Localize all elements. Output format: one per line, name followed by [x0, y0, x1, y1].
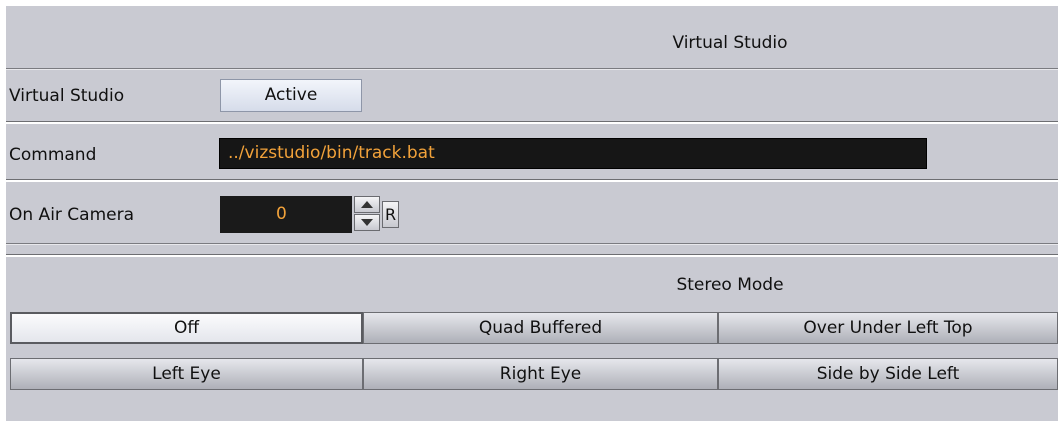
stereo-option-quad-buffered[interactable]: Quad Buffered [363, 312, 718, 344]
on-air-camera-label: On Air Camera [9, 205, 135, 225]
reset-button[interactable]: R [382, 201, 399, 228]
arrow-down-icon [361, 219, 373, 226]
active-toggle-button[interactable]: Active [220, 79, 362, 112]
virtual-studio-header: Virtual Studio [6, 6, 1058, 72]
stepper-down-button[interactable] [354, 214, 380, 231]
camera-stepper[interactable] [354, 196, 382, 232]
stereo-option-right-eye[interactable]: Right Eye [363, 358, 718, 390]
stereo-option-side-by-side-left[interactable]: Side by Side Left [718, 358, 1058, 390]
command-field[interactable]: ../vizstudio/bin/track.bat [219, 138, 927, 169]
stereo-option-off[interactable]: Off [10, 312, 363, 344]
on-air-camera-field[interactable]: 0 [220, 196, 352, 233]
divider [6, 179, 1058, 182]
divider [6, 68, 1058, 70]
divider [6, 243, 1058, 245]
stereo-mode-header-label: Stereo Mode [676, 275, 784, 295]
stereo-mode-header: Stereo Mode [6, 254, 1058, 310]
virtual-studio-label: Virtual Studio [9, 86, 125, 106]
stepper-up-button[interactable] [354, 196, 380, 213]
arrow-up-icon [361, 201, 373, 208]
command-label: Command [9, 145, 97, 165]
virtual-studio-header-label: Virtual Studio [672, 33, 788, 53]
divider [6, 121, 1058, 124]
stereo-option-left-eye[interactable]: Left Eye [10, 358, 363, 390]
virtual-studio-panel: Virtual Studio Virtual Studio Active Com… [6, 6, 1058, 421]
stereo-option-over-under-left-top[interactable]: Over Under Left Top [718, 312, 1058, 344]
